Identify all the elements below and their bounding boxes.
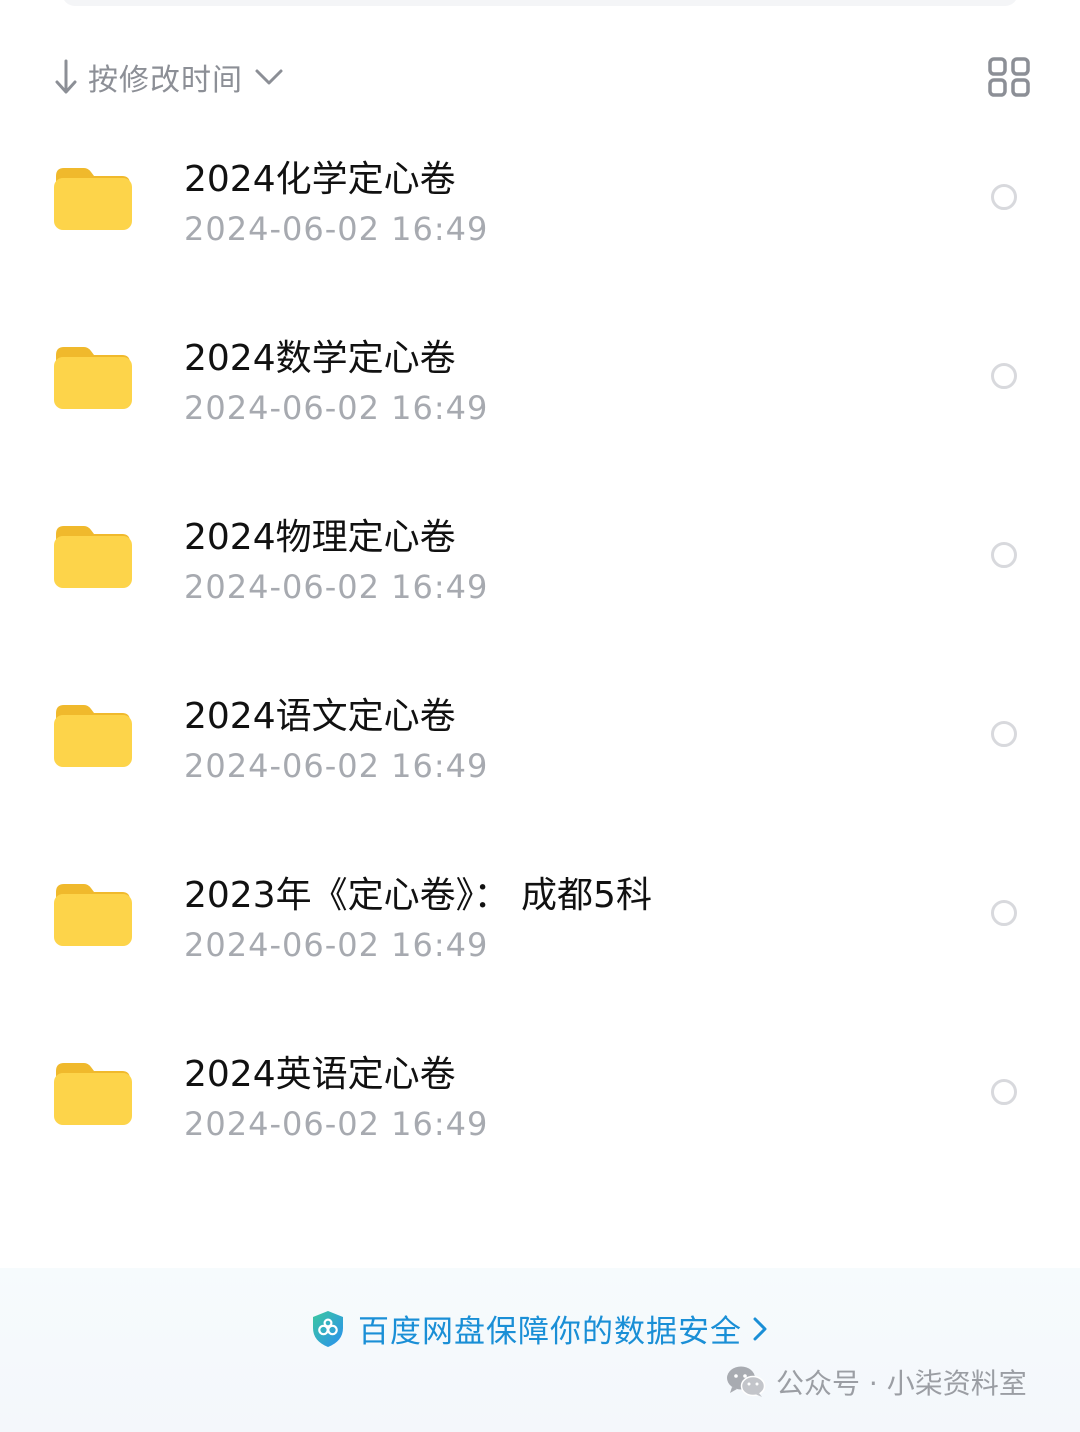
security-text: 百度网盘保障你的数据安全 [358,1314,742,1350]
file-list-item[interactable]: 2024化学定心卷 2024-06-02 16:49 [0,110,1080,289]
file-list-item[interactable]: 2023年《定心卷》： 成都5科 2024-06-02 16:49 [0,826,1080,1005]
file-modified-time: 2024-06-02 16:49 [184,389,489,427]
sort-dropdown[interactable]: 按修改时间 [52,52,285,102]
security-link[interactable]: 百度网盘保障你的数据安全 [310,1306,770,1351]
shield-icon [313,1310,343,1347]
file-modified-time: 2024-06-02 16:49 [184,1105,489,1143]
folder-icon [54,705,132,767]
radio-circle-icon[interactable] [991,721,1017,747]
chevron-right-icon [753,1317,767,1340]
folder-icon [54,526,132,588]
file-modified-time: 2024-06-02 16:49 [184,747,489,785]
radio-circle-icon[interactable] [991,900,1017,926]
folder-icon [54,347,132,409]
file-list: 2024化学定心卷 2024-06-02 16:49 2024数学定心卷 202… [0,110,1080,1184]
watermark-text: 公众号 · 小柒资料室 [776,1367,1027,1400]
folder-icon [54,1063,132,1125]
security-banner: 百度网盘保障你的数据安全 公众号 · 小柒资料室 [0,1268,1080,1432]
radio-circle-icon[interactable] [991,1079,1017,1105]
file-list-item[interactable]: 2024英语定心卷 2024-06-02 16:49 [0,1005,1080,1184]
wechat-icon [727,1366,766,1397]
file-list-item[interactable]: 2024语文定心卷 2024-06-02 16:49 [0,647,1080,826]
file-name: 2024数学定心卷 [184,338,456,379]
file-list-item[interactable]: 2024数学定心卷 2024-06-02 16:49 [0,289,1080,468]
file-name: 2023年《定心卷》： 成都5科 [184,875,652,916]
arrow-down-icon [55,59,77,94]
folder-icon [54,168,132,230]
file-name: 2024语文定心卷 [184,696,456,737]
folder-icon [54,884,132,946]
radio-circle-icon[interactable] [991,184,1017,210]
grid-view-icon[interactable] [986,56,1032,98]
file-list-item[interactable]: 2024物理定心卷 2024-06-02 16:49 [0,468,1080,647]
file-name: 2024化学定心卷 [184,159,456,200]
search-bar-edge [62,0,1018,6]
file-modified-time: 2024-06-02 16:49 [184,926,489,964]
radio-circle-icon[interactable] [991,363,1017,389]
sort-label: 按修改时间 [88,63,243,98]
file-modified-time: 2024-06-02 16:49 [184,568,489,606]
radio-circle-icon[interactable] [991,542,1017,568]
chevron-down-icon [255,69,283,85]
watermark: 公众号 · 小柒资料室 [726,1362,1027,1402]
file-modified-time: 2024-06-02 16:49 [184,210,489,248]
file-name: 2024物理定心卷 [184,517,456,558]
file-name: 2024英语定心卷 [184,1054,456,1095]
